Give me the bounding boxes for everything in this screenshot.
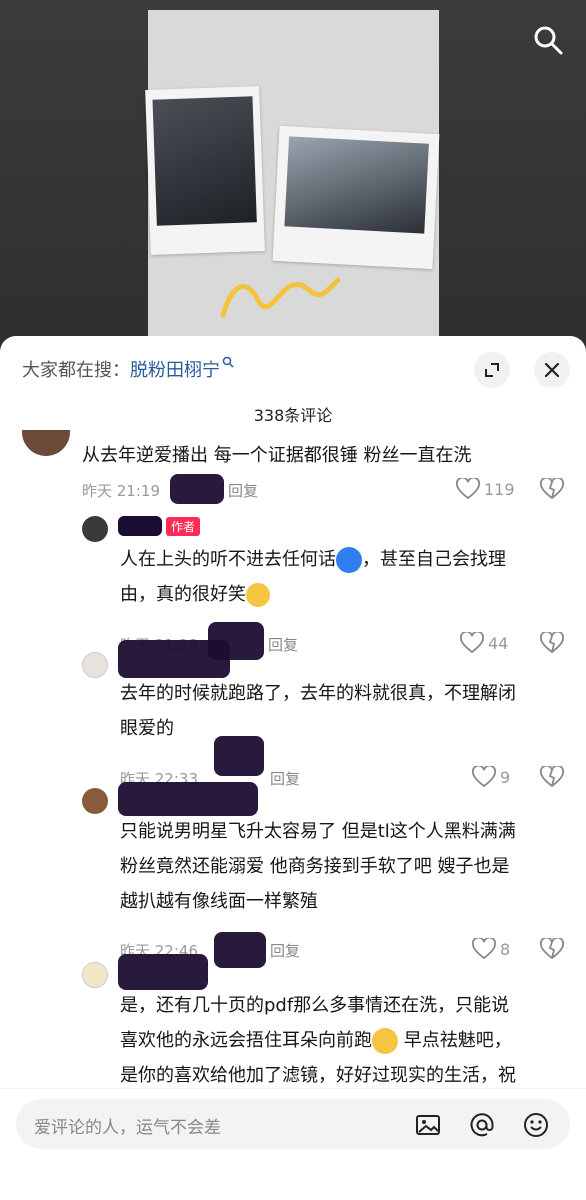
heart-icon [460,632,484,654]
heart-icon [472,938,496,960]
heart-icon [456,478,480,500]
emoji-sticker [336,547,362,573]
image-icon[interactable] [414,1111,442,1139]
post-photo [145,10,440,340]
redaction [118,954,208,990]
broken-heart-icon[interactable] [540,632,564,654]
author-name[interactable]: 作者 [118,516,201,536]
reply-button[interactable]: 回复 [228,480,258,501]
comment-text-line: 早点祛魅吧， [398,1030,512,1051]
trending-keyword[interactable]: 脱粉田栩宁 [130,360,220,381]
trending-prefix: 大家都在搜： [22,360,130,381]
author-badge: 作者 [166,516,201,536]
close-button[interactable] [534,352,570,388]
redaction [118,640,230,678]
redaction [170,474,224,504]
redaction [118,782,258,816]
expand-button[interactable] [474,352,510,388]
input-placeholder: 爱评论的人，运气不会差 [34,1118,221,1138]
comment-text-line: 眼爱的 [120,718,174,739]
comment-text-line: 是你的喜欢给他加了滤镜，好好过现实的生活，祝 [120,1065,516,1086]
search-icon[interactable] [532,24,564,56]
small-search-icon [222,356,234,368]
avatar[interactable] [22,430,70,456]
polaroid-right [272,125,440,270]
avatar[interactable] [82,516,108,542]
comment-text-line: 粉丝竟然还能溺爱 他商务接到手软了吧 嫂子也是 [120,856,510,877]
expand-icon [485,363,499,377]
squiggle-doodle [220,277,341,318]
comment-text: 人在上头的听不进去任何话 ，甚至自己会找理 由，真的很好笑 [120,542,560,612]
comment-text-line: 喜欢他的永远会捂住耳朵向前跑 [120,1030,372,1051]
redaction [214,736,264,776]
comment-text-line: ，甚至自己会找理 [362,549,506,570]
like-button[interactable]: 8 [472,938,510,960]
reply-button[interactable]: 回复 [270,768,300,789]
like-count: 8 [500,939,511,959]
close-icon [544,362,560,378]
comment-count: 338条评论 [253,406,333,425]
avatar[interactable] [82,788,108,814]
comment-text-line: 人在上头的听不进去任何话 [120,549,336,570]
trending-search[interactable]: 大家都在搜：脱粉田栩宁 [22,356,234,382]
comment-input-bar: 爱评论的人，运气不会差 [0,1088,586,1200]
comment-text: 只能说男明星飞升太容易了 但是tl这个人黑料满满 粉丝竟然还能溺爱 他商务接到手… [120,814,570,919]
comment-time: 昨天 21:19 [82,482,160,500]
comment-text: 是，还有几十页的pdf那么多事情还在洗，只能说 喜欢他的永远会捂住耳朵向前跑 早… [120,988,570,1090]
polaroid-left [145,86,265,255]
like-count: 119 [484,479,515,499]
comment-text-line: 去年的时候就跑路了，去年的料就很真，不理解闭 [120,683,516,704]
reply-button[interactable]: 回复 [268,634,298,655]
like-button[interactable]: 9 [472,766,510,788]
smile-emoji [372,1028,398,1054]
like-button[interactable]: 119 [456,478,515,500]
video-preview[interactable] [0,0,586,360]
comment-text: 从去年逆爱播出 每一个证据都很锤 粉丝一直在洗 [82,445,472,466]
comment-text-line: 只能说男明星飞升太容易了 但是tl这个人黑料满满 [120,821,516,842]
like-count: 9 [500,767,511,787]
broken-heart-icon[interactable] [540,938,564,960]
crying-emoji [246,583,270,607]
avatar[interactable] [82,652,108,678]
comment-sheet: 大家都在搜：脱粉田栩宁 338条评论 从去年逆爱播出 每一个证据都很锤 粉丝一直… [0,336,586,1200]
comment-text-line: 是，还有几十页的pdf那么多事情还在洗，只能说 [120,995,510,1016]
broken-heart-icon[interactable] [540,478,564,500]
heart-icon [472,766,496,788]
reply-button[interactable]: 回复 [270,940,300,961]
broken-heart-icon[interactable] [540,766,564,788]
redaction [214,932,266,968]
emoji-icon[interactable] [522,1111,550,1139]
comment-text-line: 由，真的很好笑 [120,584,246,605]
comment-text: 去年的时候就跑路了，去年的料就很真，不理解闭 眼爱的 [120,676,570,746]
avatar[interactable] [82,962,108,988]
comment-text-line: 越扒越有像线面一样繁殖 [120,891,318,912]
like-count: 44 [488,633,509,653]
mention-icon[interactable] [468,1111,496,1139]
comment-list[interactable]: 从去年逆爱播出 每一个证据都很锤 粉丝一直在洗 昨天 21:19 回复 119 … [0,430,586,1090]
comment-input[interactable]: 爱评论的人，运气不会差 [16,1099,570,1149]
sheet-header: 大家都在搜：脱粉田栩宁 338条评论 [0,336,586,425]
like-button[interactable]: 44 [460,632,508,654]
